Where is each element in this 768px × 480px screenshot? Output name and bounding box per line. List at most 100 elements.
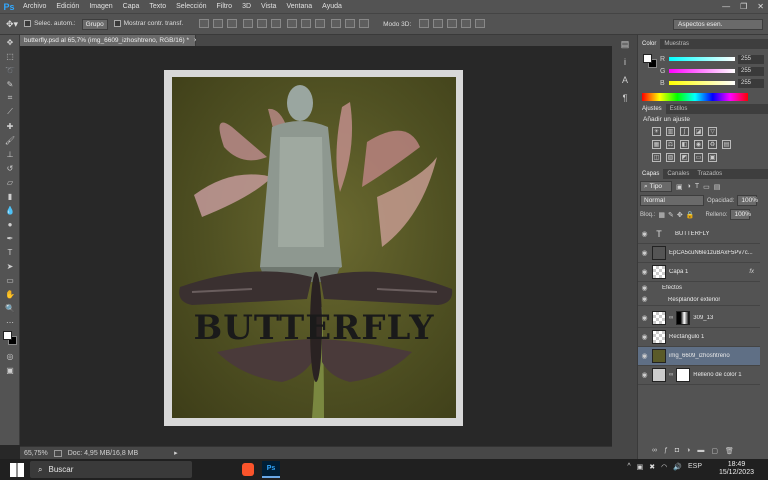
- lock-move-icon[interactable]: ✥: [677, 211, 683, 219]
- dodge-tool-icon[interactable]: ●: [0, 217, 20, 231]
- filter-pixel-icon[interactable]: ▣: [676, 183, 683, 191]
- exposure-icon[interactable]: ◪: [694, 127, 703, 136]
- red-slider[interactable]: [669, 57, 735, 61]
- tray-expand-icon[interactable]: ^: [627, 463, 630, 471]
- history-brush-tool-icon[interactable]: ↺: [0, 161, 20, 175]
- document-tab[interactable]: butterfly.psd al 65,7% (img_6609_izhosht…: [20, 35, 198, 46]
- menu-seleccion[interactable]: Selección: [171, 0, 211, 13]
- wifi-icon[interactable]: ◠: [661, 463, 667, 471]
- black-white-icon[interactable]: ◧: [680, 140, 689, 149]
- filter-smart-icon[interactable]: ▤: [714, 183, 721, 191]
- more-tools-icon[interactable]: ⋯: [0, 315, 20, 329]
- posterize-icon[interactable]: ▨: [666, 153, 675, 162]
- zoom-tool-icon[interactable]: 🔍: [0, 301, 20, 315]
- curves-icon[interactable]: ∫: [680, 127, 689, 136]
- document-info[interactable]: Doc: 4,95 MB/16,8 MB: [68, 450, 138, 457]
- align-top-icon[interactable]: [199, 18, 210, 28]
- levels-icon[interactable]: ▥: [666, 127, 675, 136]
- tray-app-icon[interactable]: ▣: [637, 463, 644, 471]
- menu-filtro[interactable]: Filtro: [212, 0, 238, 13]
- quick-select-tool-icon[interactable]: ✎: [0, 77, 20, 91]
- add-style-icon[interactable]: ƒ: [664, 447, 668, 457]
- selective-color-icon[interactable]: ▣: [708, 153, 717, 162]
- align-bottom-icon[interactable]: [227, 18, 238, 28]
- layer-row[interactable]: ◉ T BUTTERFLY: [638, 225, 760, 244]
- effect-row[interactable]: ◉ Resplandor exterior: [638, 294, 760, 306]
- character-icon[interactable]: A: [612, 71, 638, 89]
- photoshop-taskbar-icon[interactable]: Ps: [262, 461, 280, 478]
- layer-row[interactable]: ◉ ∞ 309_13: [638, 309, 760, 328]
- filter-type-icon[interactable]: T: [695, 183, 699, 190]
- distribute-left-icon[interactable]: [331, 18, 342, 28]
- lock-all-icon[interactable]: 🔒: [686, 211, 695, 219]
- visibility-eye-icon[interactable]: ◉: [640, 333, 649, 342]
- mask-link-icon[interactable]: ∞: [669, 372, 673, 378]
- menu-3d[interactable]: 3D: [237, 0, 256, 13]
- layer-row[interactable]: ◉ Capa 1 fx: [638, 263, 760, 282]
- status-menu-arrow-icon[interactable]: ▸: [174, 449, 178, 457]
- quick-mask-icon[interactable]: ◎: [0, 349, 20, 363]
- auto-select-checkbox[interactable]: [24, 20, 32, 28]
- brave-browser-icon[interactable]: [242, 463, 254, 476]
- filter-adjust-icon[interactable]: ◑: [687, 183, 691, 190]
- new-adjustment-icon[interactable]: ◑: [686, 447, 690, 457]
- tab-trazados[interactable]: Trazados: [693, 169, 726, 179]
- tab-estilos[interactable]: Estilos: [666, 104, 692, 114]
- clone-stamp-tool-icon[interactable]: ⊥: [0, 147, 20, 161]
- distribute-top-icon[interactable]: [287, 18, 298, 28]
- hand-tool-icon[interactable]: ✋: [0, 287, 20, 301]
- red-value-input[interactable]: 255: [738, 54, 764, 64]
- brush-tool-icon[interactable]: 🖌: [0, 133, 20, 147]
- visibility-eye-icon[interactable]: ◉: [640, 295, 649, 304]
- visibility-eye-icon[interactable]: ◉: [640, 314, 649, 323]
- marquee-tool-icon[interactable]: ⬚: [0, 49, 20, 63]
- brightness-icon[interactable]: ☀: [652, 127, 661, 136]
- menu-edicion[interactable]: Edición: [51, 0, 84, 13]
- crop-tool-icon[interactable]: ⌗: [0, 91, 20, 105]
- scale-3d-icon[interactable]: [475, 18, 486, 28]
- vibrance-icon[interactable]: ▽: [708, 127, 717, 136]
- fill-input[interactable]: 100%: [730, 209, 751, 220]
- canvas-artwork[interactable]: BUTTERFLY: [172, 77, 456, 418]
- auto-select-dropdown[interactable]: Grupo: [81, 18, 108, 30]
- green-slider[interactable]: [669, 69, 735, 73]
- menu-capa[interactable]: Capa: [118, 0, 145, 13]
- tab-capas[interactable]: Capas: [638, 169, 664, 179]
- transform-controls-option[interactable]: Mostrar contr. transf.: [113, 20, 183, 28]
- align-left-icon[interactable]: [243, 18, 254, 28]
- language-indicator[interactable]: ESP: [688, 463, 702, 471]
- add-mask-icon[interactable]: ◘: [675, 447, 679, 457]
- pen-tool-icon[interactable]: ✒: [0, 231, 20, 245]
- healing-tool-icon[interactable]: ✚: [0, 119, 20, 133]
- foreground-color-swatch[interactable]: [3, 331, 12, 340]
- align-center-icon[interactable]: [257, 18, 268, 28]
- gradient-tool-icon[interactable]: ▮: [0, 189, 20, 203]
- foreground-color-chip[interactable]: [643, 54, 652, 63]
- workspace-dropdown[interactable]: Aspectos esen.: [673, 19, 763, 30]
- menu-ventana[interactable]: Ventana: [281, 0, 317, 13]
- delete-layer-icon[interactable]: 🗑: [725, 447, 734, 457]
- tab-canales[interactable]: Canales: [663, 169, 693, 179]
- layer-row[interactable]: ◉ ∞ Relleno de color 1: [638, 366, 760, 385]
- windows-start-icon[interactable]: [10, 462, 24, 477]
- zoom-level[interactable]: 65,75%: [24, 450, 48, 457]
- tab-color[interactable]: Color: [638, 39, 661, 49]
- blue-slider[interactable]: [669, 81, 735, 85]
- minimize-button[interactable]: —: [722, 2, 730, 11]
- gradient-map-icon[interactable]: ▭: [694, 153, 703, 162]
- align-right-icon[interactable]: [271, 18, 282, 28]
- taskbar-clock[interactable]: 18:49 15/12/2023: [719, 461, 754, 477]
- pan-3d-icon[interactable]: [447, 18, 458, 28]
- new-group-icon[interactable]: ▬: [697, 447, 704, 457]
- share-icon[interactable]: [53, 449, 62, 457]
- screen-mode-icon[interactable]: ▣: [0, 363, 20, 377]
- layer-row-selected[interactable]: ◉ img_6609_izhoshtreno: [638, 347, 760, 366]
- visibility-eye-icon[interactable]: ◉: [640, 371, 649, 380]
- blue-value-input[interactable]: 255: [738, 78, 764, 88]
- tab-ajustes[interactable]: Ajustes: [638, 104, 666, 114]
- visibility-eye-icon[interactable]: ◉: [640, 230, 649, 239]
- blur-tool-icon[interactable]: 💧: [0, 203, 20, 217]
- opacity-input[interactable]: 100%: [737, 195, 758, 206]
- layer-filter-dropdown[interactable]: ⌕ Tipo: [640, 181, 672, 192]
- menu-vista[interactable]: Vista: [256, 0, 281, 13]
